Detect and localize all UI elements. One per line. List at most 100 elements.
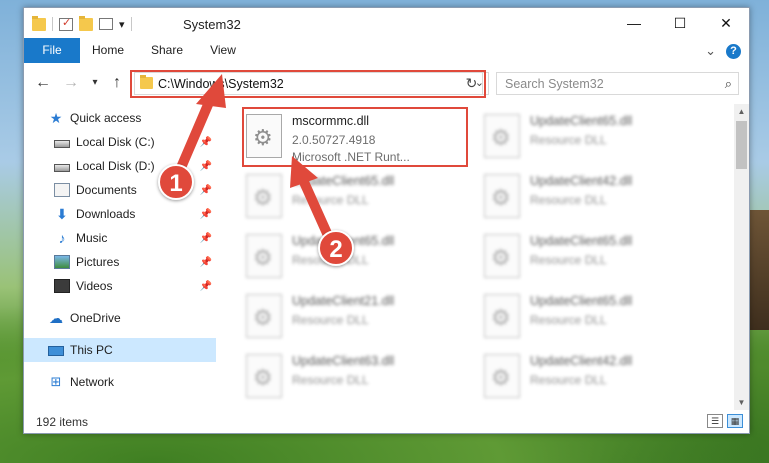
new-folder-icon[interactable] xyxy=(79,15,93,31)
onedrive-icon: ☁ xyxy=(49,310,63,326)
dll-file-icon: ⚙ xyxy=(246,294,282,338)
sidebar-item-label: Local Disk (C:) xyxy=(76,135,155,149)
tab-share[interactable]: Share xyxy=(144,38,190,63)
view-switcher: ☰ ▦ xyxy=(707,414,743,428)
file-name: UpdateClient63.dll xyxy=(292,354,395,368)
dll-file-icon: ⚙ xyxy=(484,174,520,218)
forward-button[interactable]: → xyxy=(62,73,80,93)
window-controls: — ☐ ✕ xyxy=(611,8,749,38)
search-input[interactable]: Search System32 xyxy=(505,77,604,91)
file-explorer-window: ▾ System32 — ☐ ✕ File Home Share View ⌄ … xyxy=(23,7,750,434)
pin-icon[interactable]: 📌 xyxy=(200,185,212,196)
file-name: UpdateClient42.dll xyxy=(530,354,633,368)
tab-home[interactable]: Home xyxy=(84,38,132,63)
file-item[interactable]: ⚙ UpdateClient63.dll Resource DLL xyxy=(236,348,466,404)
file-description: Resource DLL xyxy=(530,313,607,327)
file-item[interactable]: ⚙ UpdateClient42.dll Resource DLL xyxy=(474,168,704,224)
file-description: Resource DLL xyxy=(530,373,607,387)
download-icon: ⬇ xyxy=(56,206,68,222)
sidebar-item-downloads[interactable]: ⬇ Downloads 📌 xyxy=(24,202,216,226)
sidebar-item-label: Quick access xyxy=(70,111,142,125)
dll-file-icon: ⚙ xyxy=(246,354,282,398)
back-button[interactable]: ← xyxy=(34,73,52,93)
recent-locations-button[interactable]: ▾ xyxy=(86,73,104,93)
search-box[interactable]: Search System32 ⌕ xyxy=(496,72,739,95)
toolbar-divider xyxy=(52,17,53,31)
file-item[interactable]: ⚙ UpdateClient65.dll Resource DLL xyxy=(236,168,466,224)
sidebar-item-music[interactable]: ♪ Music 📌 xyxy=(24,226,216,250)
file-description: Resource DLL xyxy=(530,253,607,267)
file-description: Resource DLL xyxy=(530,133,607,147)
pin-icon[interactable]: 📌 xyxy=(200,161,212,172)
pin-icon[interactable]: 📌 xyxy=(200,257,212,268)
quick-access-toolbar: ▾ xyxy=(32,15,132,31)
file-item[interactable]: ⚙ UpdateClient65.dll Resource DLL xyxy=(474,288,704,344)
address-highlight xyxy=(130,70,486,98)
file-description: Resource DLL xyxy=(292,313,369,327)
sidebar-item-label: Local Disk (D:) xyxy=(76,159,155,173)
close-button[interactable]: ✕ xyxy=(703,8,749,38)
file-item[interactable]: ⚙ UpdateClient65.dll Resource DLL xyxy=(474,108,704,164)
sidebar-item-network[interactable]: ⊞ Network xyxy=(24,370,216,394)
sidebar-item-pictures[interactable]: Pictures 📌 xyxy=(24,250,216,274)
scroll-up-icon[interactable]: ▲ xyxy=(734,104,749,119)
file-item[interactable]: ⚙ UpdateClient42.dll Resource DLL xyxy=(474,348,704,404)
videos-icon xyxy=(54,279,70,293)
ribbon-tabs: File Home Share View ⌄ ? xyxy=(24,38,749,63)
properties-icon[interactable] xyxy=(59,16,73,31)
scroll-down-icon[interactable]: ▼ xyxy=(734,395,749,410)
expand-ribbon-icon[interactable]: ⌄ xyxy=(705,43,716,59)
file-item[interactable]: ⚙ UpdateClient21.dll Resource DLL xyxy=(236,288,466,344)
sidebar-item-local-disk-c[interactable]: Local Disk (C:) 📌 xyxy=(24,130,216,154)
pin-icon[interactable]: 📌 xyxy=(200,233,212,244)
search-icon[interactable]: ⌕ xyxy=(725,76,732,92)
navigation-pane: ★ Quick access Local Disk (C:) 📌 Local D… xyxy=(24,104,216,404)
file-name: UpdateClient21.dll xyxy=(292,294,395,308)
tiles-view-icon[interactable]: ▦ xyxy=(727,414,743,428)
annotation-number-1: 1 xyxy=(158,164,194,200)
vertical-scrollbar[interactable]: ▲ ▼ xyxy=(734,104,749,410)
status-bar: 192 items ☰ ▦ xyxy=(24,410,749,433)
pin-icon[interactable]: 📌 xyxy=(200,281,212,292)
annotation-number-2: 2 xyxy=(318,230,354,266)
minimize-button[interactable]: — xyxy=(611,8,657,38)
folder-icon xyxy=(32,15,46,31)
sidebar-item-label: Network xyxy=(70,375,115,389)
file-name: UpdateClient65.dll xyxy=(530,234,633,248)
this-pc-icon xyxy=(48,346,64,356)
file-name: UpdateClient42.dll xyxy=(530,174,633,188)
sidebar-item-videos[interactable]: Videos 📌 xyxy=(24,274,216,298)
disk-icon xyxy=(54,163,70,172)
help-icon[interactable]: ? xyxy=(726,43,741,59)
sidebar-item-label: This PC xyxy=(70,343,113,357)
sidebar-item-onedrive[interactable]: ☁ OneDrive xyxy=(24,306,216,330)
file-description: Resource DLL xyxy=(530,193,607,207)
dll-file-icon: ⚙ xyxy=(484,234,520,278)
scrollbar-thumb[interactable] xyxy=(736,121,747,169)
toolbar-dropdown-icon[interactable]: ▾ xyxy=(119,18,125,31)
star-icon: ★ xyxy=(49,110,63,126)
ribbon-controls: ⌄ ? xyxy=(705,43,741,59)
customize-toolbar-icon[interactable] xyxy=(99,18,113,30)
pin-icon[interactable]: 📌 xyxy=(200,209,212,220)
tab-file[interactable]: File xyxy=(24,38,80,63)
network-icon: ⊞ xyxy=(50,374,62,389)
file-name: UpdateClient65.dll xyxy=(292,174,395,188)
up-button[interactable]: ↑ xyxy=(108,73,126,93)
sidebar-item-label: Documents xyxy=(76,183,137,197)
tab-view[interactable]: View xyxy=(202,38,244,63)
sidebar-item-this-pc[interactable]: This PC xyxy=(24,338,216,362)
file-item[interactable]: ⚙ UpdateClient65.dll Resource DLL xyxy=(474,228,704,284)
dll-file-icon: ⚙ xyxy=(246,174,282,218)
sidebar-item-label: OneDrive xyxy=(70,311,121,325)
documents-icon xyxy=(54,183,70,197)
file-name: UpdateClient65.dll xyxy=(530,294,633,308)
toolbar-divider xyxy=(130,17,132,31)
sidebar-item-label: Videos xyxy=(76,279,113,293)
maximize-button[interactable]: ☐ xyxy=(657,8,703,38)
sidebar-item-quick-access[interactable]: ★ Quick access xyxy=(24,106,216,130)
sidebar-item-label: Music xyxy=(76,231,108,245)
details-view-icon[interactable]: ☰ xyxy=(707,414,723,428)
pin-icon[interactable]: 📌 xyxy=(200,137,212,148)
dll-file-icon: ⚙ xyxy=(246,234,282,278)
